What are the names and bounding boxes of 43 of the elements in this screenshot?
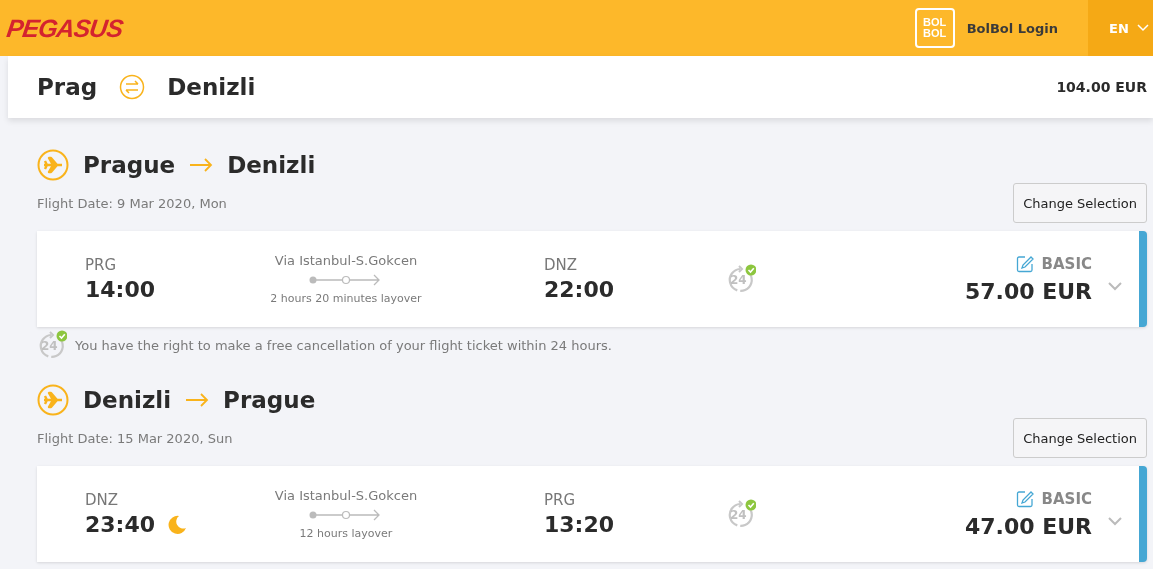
departure-code: DNZ (85, 491, 120, 509)
airplane-icon (37, 384, 69, 416)
flight-date: Flight Date: 15 Mar 2020, Sun (37, 431, 233, 448)
route-origin: Denizli (83, 387, 172, 413)
flight-date: Flight Date: 9 Mar 2020, Mon (37, 196, 227, 213)
fare-price: 57.00 EUR (964, 278, 1092, 304)
layover-duration: 2 hours 20 minutes layover (269, 292, 423, 305)
departure-time: 14:00 (85, 277, 156, 302)
edit-icon (1015, 489, 1034, 508)
arrival-time: 13:20 (544, 512, 615, 537)
cancellation-note: You have the right to make a free cancellation of your flight ticket within 24 hours. (75, 337, 612, 353)
route-origin: Prague (83, 152, 176, 178)
fare-price: 47.00 EUR (964, 513, 1092, 539)
swap-icon[interactable] (119, 74, 146, 100)
departure-code: PRG (85, 256, 118, 274)
origin-city: Prag (37, 74, 98, 100)
edit-icon (1015, 254, 1034, 273)
fare-type: BASIC (1041, 489, 1092, 508)
via-airport: Via Istanbul-S.Gokcen (273, 488, 419, 503)
moon-icon (167, 514, 188, 535)
arrival-time: 22:00 (544, 277, 615, 302)
airplane-icon (37, 149, 69, 181)
chevron-down-icon[interactable] (1108, 516, 1122, 526)
flight-card[interactable]: DNZ 23:40 Via Istanbul-S.Gokcen 12 hours layover PRG 13:20 24 BASIC 47.00 EUR (37, 466, 1147, 562)
route-destination: Denizli (227, 152, 316, 178)
arrow-icon (189, 158, 214, 172)
bolbol-logo: BOL BOL (914, 8, 955, 48)
via-airport: Via Istanbul-S.Gokcen (273, 253, 419, 268)
layover-duration: 12 hours layover (298, 527, 394, 540)
chevron-down-icon[interactable] (1108, 281, 1122, 291)
change-selection-button[interactable]: Change Selection (1013, 418, 1147, 458)
destination-city: Denizli (167, 74, 256, 100)
flight-card[interactable]: PRG 14:00 Via Istanbul-S.Gokcen 2 hours 20 minutes layover DNZ 22:00 24 BASIC 57.00 EUR (37, 231, 1147, 327)
caret-icon (1136, 24, 1149, 32)
arrival-code: DNZ (544, 256, 579, 274)
login-link[interactable]: BolBol Login (966, 20, 1058, 36)
departure-time: 23:40 (85, 512, 156, 537)
arrow-icon (185, 393, 210, 407)
total-price: 104.00 EUR (1056, 79, 1147, 95)
arrival-code: PRG (544, 491, 577, 509)
change-selection-button[interactable]: Change Selection (1013, 183, 1147, 223)
route-destination: Prague (223, 387, 316, 413)
fare-type: BASIC (1041, 254, 1092, 273)
